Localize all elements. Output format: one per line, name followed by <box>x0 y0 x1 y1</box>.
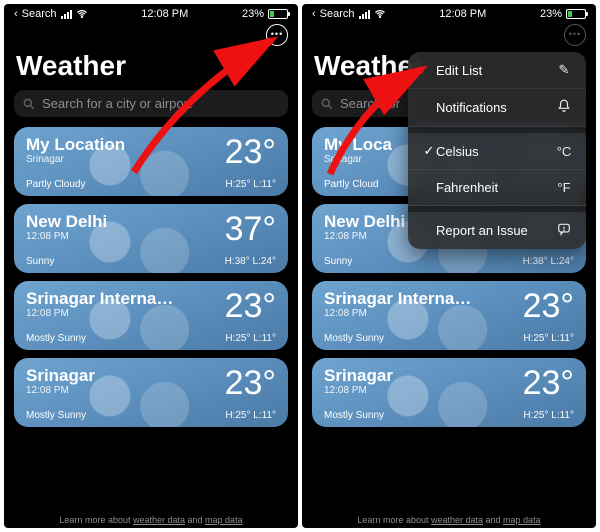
battery-icon <box>566 9 586 19</box>
back-chevron-icon: ‹ <box>312 8 316 20</box>
more-button[interactable]: ••• <box>564 24 586 46</box>
city-list: My LocationSrinagar23° Partly CloudyH:25… <box>4 117 298 427</box>
city-card[interactable]: Srinagar12:08 PM 23° Mostly Sunny H:25° L:… <box>312 358 586 427</box>
menu-fahrenheit[interactable]: Fahrenheit °F <box>408 170 586 206</box>
city-sub: 12:08 PM <box>324 308 474 319</box>
city-temp: 23° <box>225 135 276 169</box>
wifi-icon <box>76 8 88 20</box>
menu-notifications[interactable]: Notifications <box>408 89 586 127</box>
city-sub: 12:08 PM <box>324 231 405 242</box>
city-cond: Sunny <box>26 256 54 267</box>
city-cond: Sunny <box>324 256 352 267</box>
city-temp: 23° <box>225 289 276 323</box>
status-battery-pct: 23% <box>540 8 562 20</box>
city-temp: 23° <box>225 366 276 400</box>
speech-bubble-icon <box>556 222 572 239</box>
city-cond: Mostly Sunny <box>324 333 384 344</box>
city-card[interactable]: New Delhi12:08 PM 37° Sunny H:38° L:24° <box>14 204 288 273</box>
city-hilo: H:25° L:11° <box>225 179 276 190</box>
city-card[interactable]: Srinagar12:08 PM 23° Mostly Sunny H:25° L:… <box>14 358 288 427</box>
wifi-icon <box>374 8 386 20</box>
unit-label: °F <box>556 180 572 195</box>
search-icon <box>320 97 334 111</box>
cellular-icon <box>359 10 370 19</box>
city-name: My Loca <box>324 135 392 155</box>
menu-label: Fahrenheit <box>436 180 556 195</box>
footer-text: Learn more about weather data and map da… <box>302 515 596 525</box>
city-sub: 12:08 PM <box>26 308 176 319</box>
phone-left: ‹ Search 12:08 PM 23% ••• Weather Search… <box>4 4 298 528</box>
city-sub: 12:08 PM <box>26 385 95 396</box>
city-cond: Partly Cloud <box>324 179 378 190</box>
city-name: New Delhi <box>324 212 405 232</box>
back-chevron-icon: ‹ <box>14 8 18 20</box>
footer-link-weather[interactable]: weather data <box>431 515 483 525</box>
city-cond: Mostly Sunny <box>324 410 384 421</box>
status-bar: ‹ Search 12:08 PM 23% <box>4 4 298 22</box>
city-cond: Partly Cloudy <box>26 179 85 190</box>
unit-label: °C <box>556 144 572 159</box>
more-button[interactable]: ••• <box>266 24 288 46</box>
city-hilo: H:25° L:11° <box>523 410 574 421</box>
search-placeholder: Search for <box>340 96 400 111</box>
menu-edit-list[interactable]: Edit List ✎ <box>408 52 586 89</box>
city-hilo: H:38° L:24° <box>523 256 574 267</box>
status-time: 12:08 PM <box>141 8 188 20</box>
status-back-label[interactable]: Search <box>22 8 57 20</box>
city-temp: 23° <box>523 289 574 323</box>
city-name: My Location <box>26 135 125 155</box>
menu-label: Report an Issue <box>436 223 556 238</box>
page-title: Weather <box>4 46 298 90</box>
menu-celsius[interactable]: ✓ Celsius °C <box>408 133 586 170</box>
page-title: Weather <box>302 46 422 90</box>
cellular-icon <box>61 10 72 19</box>
search-icon <box>22 97 36 111</box>
city-temp: 23° <box>523 366 574 400</box>
status-time: 12:08 PM <box>439 8 486 20</box>
city-hilo: H:25° L:11° <box>523 333 574 344</box>
city-name: Srinagar Internati... <box>324 289 474 309</box>
menu-label: Edit List <box>436 63 556 78</box>
more-menu: Edit List ✎ Notifications ✓ Celsius °C F… <box>408 52 586 249</box>
footer-link-map[interactable]: map data <box>503 515 541 525</box>
menu-report-issue[interactable]: Report an Issue <box>408 212 586 249</box>
status-back-label[interactable]: Search <box>320 8 355 20</box>
bell-icon <box>556 99 572 116</box>
city-sub: Srinagar <box>324 154 392 165</box>
city-temp: 37° <box>225 212 276 246</box>
menu-label: Notifications <box>436 100 556 115</box>
pencil-icon: ✎ <box>556 62 572 78</box>
city-name: Srinagar Internation... <box>26 289 176 309</box>
status-bar: ‹ Search 12:08 PM 23% <box>302 4 596 22</box>
city-name: Srinagar <box>324 366 393 386</box>
phone-right: ‹ Search 12:08 PM 23% ••• Weather Search… <box>302 4 596 528</box>
city-name: New Delhi <box>26 212 107 232</box>
city-sub: Srinagar <box>26 154 125 165</box>
city-name: Srinagar <box>26 366 95 386</box>
search-input[interactable]: Search for a city or airport <box>14 90 288 117</box>
city-hilo: H:25° L:11° <box>225 333 276 344</box>
status-battery-pct: 23% <box>242 8 264 20</box>
footer-text: Learn more about weather data and map da… <box>4 515 298 525</box>
search-placeholder: Search for a city or airport <box>42 96 192 111</box>
check-icon: ✓ <box>422 143 436 159</box>
city-sub: 12:08 PM <box>324 385 393 396</box>
city-cond: Mostly Sunny <box>26 333 86 344</box>
city-hilo: H:38° L:24° <box>225 256 276 267</box>
search-input[interactable]: Search for <box>312 90 422 117</box>
footer-link-weather[interactable]: weather data <box>133 515 185 525</box>
city-cond: Mostly Sunny <box>26 410 86 421</box>
city-card[interactable]: Srinagar Internation...12:08 PM 23° Mostl… <box>14 281 288 350</box>
city-card[interactable]: My LocationSrinagar 23° Partly Cloudy H:25… <box>14 127 288 196</box>
city-sub: 12:08 PM <box>26 231 107 242</box>
city-hilo: H:25° L:11° <box>225 410 276 421</box>
footer-link-map[interactable]: map data <box>205 515 243 525</box>
city-card[interactable]: Srinagar Internati...12:08 PM 23° Mostly … <box>312 281 586 350</box>
battery-icon <box>268 9 288 19</box>
menu-label: Celsius <box>436 144 556 159</box>
